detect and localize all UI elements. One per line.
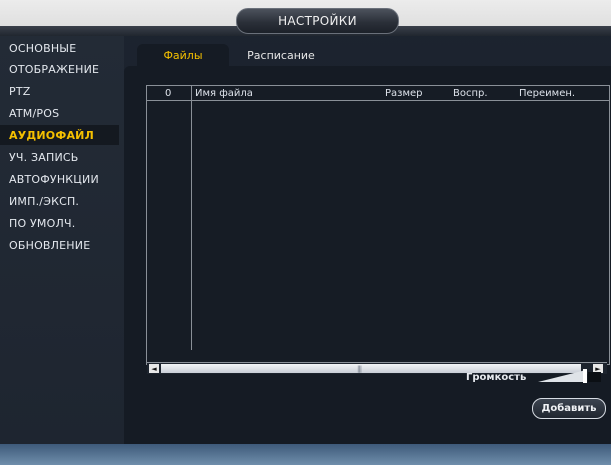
tab-label: Файлы	[163, 48, 203, 62]
window-title: НАСТРОЙКИ	[236, 8, 399, 34]
dvr-settings-screen: НАСТРОЙКИ ОСНОВНЫЕ ОТОБРАЖЕНИЕ PTZ ATM/P…	[0, 0, 611, 465]
column-rename-label: Переимен.	[519, 87, 576, 99]
column-count: 0	[165, 86, 171, 100]
file-count: 0	[165, 87, 172, 99]
column-rename[interactable]: Переимен.	[519, 86, 575, 100]
volume-slider-track-end	[588, 372, 601, 382]
menu-item-defaults[interactable]: ПО УМОЛЧ.	[0, 213, 75, 233]
scroll-left-arrow-icon[interactable]: ◄	[149, 364, 159, 373]
settings-menu: ОСНОВНЫЕ ОТОБРАЖЕНИЕ PTZ ATM/POS АУДИОФА…	[0, 36, 124, 436]
menu-item-display[interactable]: ОТОБРАЖЕНИЕ	[0, 59, 99, 79]
add-button-label: Добавить	[541, 403, 597, 414]
menu-item-audio-file[interactable]: АУДИОФАЙЛ	[0, 125, 119, 145]
table-header: 0 Имя файла Размер Воспр. Переимен.	[147, 86, 609, 101]
bottom-edge	[0, 444, 611, 465]
menu-item-label: ОСНОВНЫЕ	[9, 41, 77, 55]
column-divider	[191, 86, 192, 350]
column-filename-label: Имя файла	[195, 87, 253, 99]
volume-wedge-icon	[538, 370, 586, 382]
column-filename[interactable]: Имя файла	[195, 86, 253, 100]
window-title-text: НАСТРОЙКИ	[278, 14, 357, 28]
menu-item-atm-pos[interactable]: ATM/POS	[0, 103, 59, 123]
menu-item-label: ИМП./ЭКСП.	[9, 194, 80, 208]
menu-item-import-export[interactable]: ИМП./ЭКСП.	[0, 191, 79, 211]
audio-file-table[interactable]: 0 Имя файла Размер Воспр. Переимен.	[146, 85, 610, 365]
menu-item-label: PTZ	[9, 84, 31, 98]
tab-files[interactable]: Файлы	[137, 44, 229, 66]
add-button[interactable]: Добавить	[532, 398, 606, 419]
menu-item-ptz[interactable]: PTZ	[0, 81, 31, 101]
volume-label: Громкость	[466, 372, 527, 383]
menu-item-basic[interactable]: ОСНОВНЫЕ	[0, 38, 76, 58]
column-play-label: Воспр.	[453, 87, 488, 99]
menu-item-auto-functions[interactable]: АВТОФУНКЦИИ	[0, 169, 99, 189]
menu-item-update[interactable]: ОБНОВЛЕНИЕ	[0, 235, 90, 255]
column-size-label: Размер	[385, 87, 423, 99]
menu-item-label: ПО УМОЛЧ.	[9, 216, 76, 230]
scrollbar-grip-icon: |||	[357, 365, 362, 373]
column-size[interactable]: Размер	[385, 86, 423, 100]
menu-item-label: ОТОБРАЖЕНИЕ	[9, 62, 100, 76]
menu-item-label: АВТОФУНКЦИИ	[9, 172, 99, 186]
column-play[interactable]: Воспр.	[453, 86, 488, 100]
volume-slider[interactable]	[536, 369, 602, 383]
menu-item-label: АУДИОФАЙЛ	[9, 128, 94, 142]
volume-slider-handle[interactable]	[583, 369, 587, 383]
scroll-left-glyph: ◄	[151, 364, 157, 373]
tab-schedule[interactable]: Расписание	[241, 44, 321, 66]
menu-item-account-record[interactable]: УЧ. ЗАПИСЬ	[0, 147, 79, 167]
menu-item-label: ATM/POS	[9, 106, 60, 120]
menu-item-label: ОБНОВЛЕНИЕ	[9, 238, 91, 252]
menu-item-label: УЧ. ЗАПИСЬ	[9, 150, 79, 164]
tab-label: Расписание	[247, 48, 315, 62]
